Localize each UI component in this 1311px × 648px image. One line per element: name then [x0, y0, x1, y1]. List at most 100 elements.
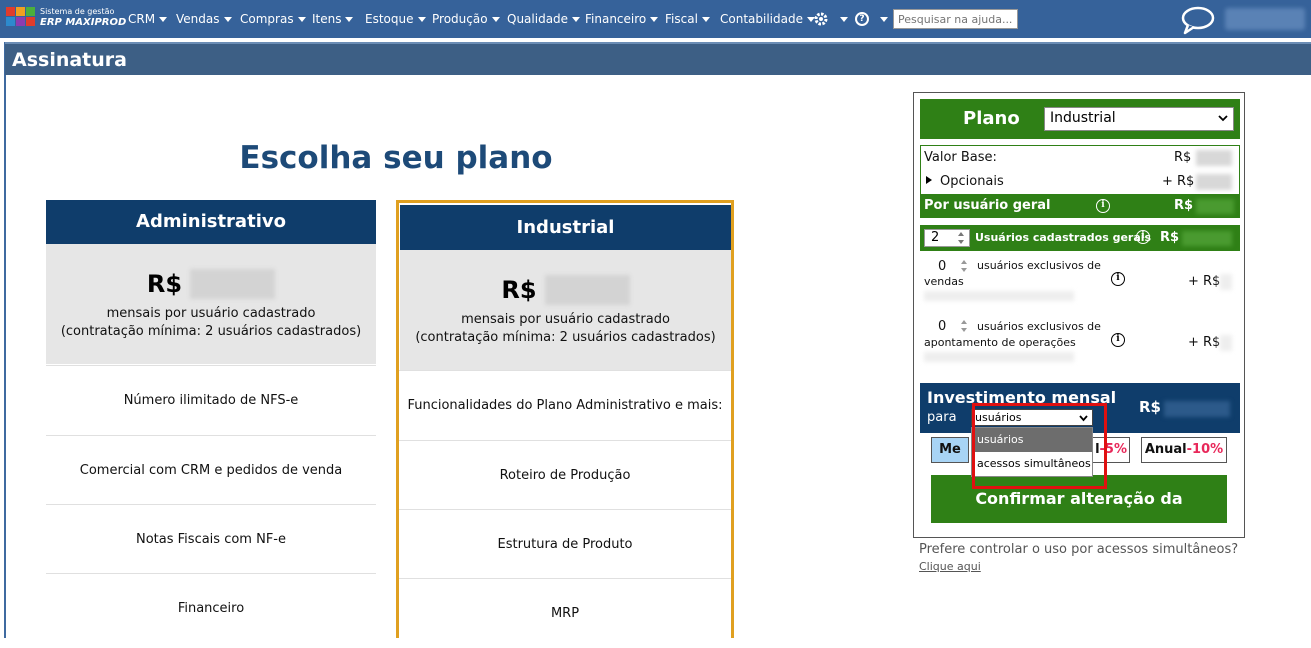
menu-label: Estoque [365, 12, 414, 26]
caret-down-icon [491, 17, 500, 22]
page-title: Assinatura [12, 49, 127, 71]
menu-label: Produção [432, 12, 488, 26]
plan-name: Industrial [400, 205, 731, 250]
menu-qualidade[interactable]: Qualidade [507, 12, 581, 26]
sales-users-label: usuários exclusivos de [977, 259, 1101, 272]
price-note: mensais por usuário cadastrado [106, 306, 316, 321]
help-icon[interactable]: ? [855, 12, 869, 26]
plan-select[interactable]: Industrial [1044, 107, 1234, 131]
info-icon[interactable]: i [1136, 230, 1150, 244]
spinner-arrows-icon[interactable] [957, 231, 965, 245]
menu-compras[interactable]: Compras [240, 12, 306, 26]
info-icon[interactable]: i [1111, 333, 1125, 347]
click-here-link[interactable]: Clique aqui [919, 560, 981, 573]
investment-currency: R$ [1139, 398, 1161, 416]
info-icon[interactable]: i [1096, 199, 1110, 213]
operations-users-label-2: apontamento de operações [924, 336, 1076, 349]
maxiprod-logo-icon[interactable] [6, 7, 36, 31]
chevron-down-icon [1218, 115, 1228, 122]
period-anual-button[interactable]: Anual-10% [1141, 437, 1227, 463]
general-users-label: Usuários cadastrados gerais [975, 231, 1152, 244]
menu-itens[interactable]: Itens [312, 12, 354, 26]
price-currency: R$ [501, 276, 537, 304]
operations-users-note-hidden [924, 352, 1074, 362]
help-search-input[interactable] [893, 9, 1018, 29]
plan-feature: Comercial com CRM e pedidos de venda [46, 435, 376, 504]
per-user-label: Por usuário geral [924, 198, 1051, 213]
operations-users-currency: + R$ [1188, 335, 1221, 350]
period-mensal-button[interactable]: Me [931, 437, 969, 463]
menu-label: Vendas [176, 12, 220, 26]
price-note: mensais por usuário cadastrado [461, 312, 670, 327]
caret-down-icon [650, 17, 659, 22]
caret-down-icon [223, 17, 232, 22]
general-users-hidden [1182, 231, 1232, 246]
simultaneous-access-prompt: Prefere controlar o uso por acessos simu… [919, 542, 1239, 557]
plan-feature: Notas Fiscais com NF-e [46, 504, 376, 573]
gear-icon[interactable] [813, 11, 829, 27]
sales-users-note-hidden [924, 291, 1074, 301]
general-users-stepper[interactable]: 2 [924, 229, 970, 247]
plan-feature: Número ilimitado de NFS-e [46, 365, 376, 435]
price-value-hidden [190, 269, 276, 299]
valor-base-currency: R$ [1174, 150, 1192, 165]
expand-triangle-icon[interactable] [926, 176, 932, 184]
help-menu-caret[interactable] [876, 12, 888, 26]
chat-bubble-icon[interactable] [1180, 5, 1216, 35]
sales-users-label-2: vendas [924, 275, 964, 288]
plan-select-value: Industrial [1050, 110, 1116, 126]
period-anual-label: Anual [1144, 442, 1187, 457]
menu-financeiro[interactable]: Financeiro [585, 12, 659, 26]
caret-down-icon [572, 17, 581, 22]
caret-down-icon [880, 17, 888, 22]
menu-crm[interactable]: CRM [128, 12, 168, 26]
per-user-row: Por usuário geral i R$ [920, 194, 1240, 218]
settings-menu-caret[interactable] [836, 12, 848, 26]
menu-fiscal[interactable]: Fiscal [665, 12, 710, 26]
caret-down-icon [159, 17, 168, 22]
opcionais-hidden [1196, 174, 1232, 190]
period-mensal-label: Me [939, 442, 961, 457]
brand-tagline: Sistema de gestão [40, 7, 115, 16]
valor-base-label: Valor Base: [924, 150, 997, 165]
menu-label: Compras [240, 12, 294, 26]
period-anual-discount: -10% [1186, 442, 1224, 457]
price-value-hidden [544, 275, 630, 305]
plan-price-box: R$ mensais por usuário cadastrado (contr… [46, 244, 376, 364]
plan-card-administrativo[interactable]: Administrativo R$ mensais por usuário ca… [46, 200, 376, 638]
plan-card-industrial[interactable]: Industrial R$ mensais por usuário cadast… [396, 200, 734, 638]
spinner-arrows-icon[interactable] [960, 319, 968, 333]
plan-feature: Financeiro [46, 573, 376, 642]
sales-users-hidden [1220, 274, 1232, 290]
operations-users-count[interactable]: 0 [938, 319, 946, 334]
opcionais-currency: + R$ [1162, 174, 1195, 189]
menu-label: Financeiro [585, 12, 647, 26]
operations-users-label: usuários exclusivos de [977, 320, 1101, 333]
valor-base-hidden [1196, 150, 1232, 166]
caret-down-icon [345, 17, 354, 22]
price-currency: R$ [146, 270, 183, 298]
caret-down-icon [417, 17, 426, 22]
price-min-note: (contratação mínima: 2 usuários cadastra… [60, 324, 362, 339]
menu-label: Qualidade [507, 12, 569, 26]
info-icon[interactable]: i [1111, 272, 1125, 286]
plan-feature: Estrutura de Produto [399, 509, 731, 578]
user-account-area[interactable] [1225, 8, 1305, 30]
general-users-row: 2 Usuários cadastrados gerais i R$ [920, 225, 1240, 251]
menu-producao[interactable]: Produção [432, 12, 500, 26]
plan-price-box: R$ mensais por usuário cadastrado (contr… [400, 250, 731, 370]
per-user-currency: R$ [1174, 198, 1194, 213]
plan-selector-label: Plano [963, 108, 1020, 129]
general-users-count: 2 [931, 230, 940, 245]
brand-name: ERP MAXIPROD [40, 17, 127, 28]
menu-estoque[interactable]: Estoque [365, 12, 426, 26]
opcionais-toggle[interactable]: Opcionais [940, 174, 1004, 189]
plan-name: Administrativo [46, 200, 376, 244]
menu-vendas[interactable]: Vendas [176, 12, 232, 26]
menu-contabilidade[interactable]: Contabilidade [720, 12, 815, 26]
operations-users-hidden [1220, 335, 1232, 351]
spinner-arrows-icon[interactable] [960, 259, 968, 273]
top-navbar: Sistema de gestão ERP MAXIPROD CRM Venda… [0, 0, 1311, 38]
sales-users-count[interactable]: 0 [938, 259, 946, 274]
page-title-bar: Assinatura [5, 42, 1311, 75]
